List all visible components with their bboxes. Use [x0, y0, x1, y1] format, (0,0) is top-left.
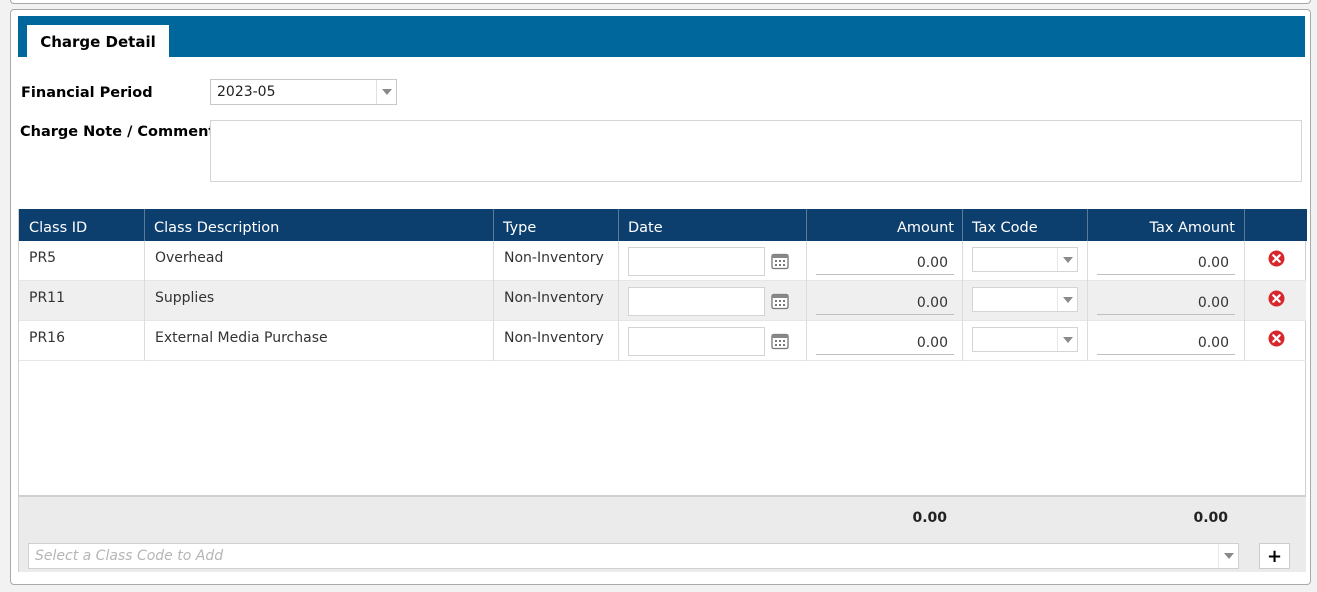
- cell-type: Non-Inventory: [494, 241, 619, 281]
- tax-amount-input[interactable]: 0.00: [1097, 327, 1235, 355]
- cell-class-id: PR16: [19, 321, 145, 361]
- table-row: PR5 Overhead Non-Inventory 0.00 0.00: [19, 241, 1306, 281]
- class-description: External Media Purchase: [155, 330, 328, 346]
- tax-code-select[interactable]: [972, 327, 1078, 352]
- date-input[interactable]: [628, 287, 765, 316]
- cell-description: External Media Purchase: [145, 321, 494, 361]
- cell-description: Supplies: [145, 281, 494, 321]
- amount-input[interactable]: 0.00: [816, 247, 954, 275]
- delete-icon[interactable]: [1268, 250, 1285, 267]
- charge-detail-panel: Charge Detail Financial Period 2023-05 C…: [10, 9, 1311, 585]
- previous-panel-edge: [10, 0, 1311, 4]
- column-header-class-id[interactable]: Class ID: [19, 209, 145, 241]
- cell-type: Non-Inventory: [494, 281, 619, 321]
- tax-code-select[interactable]: [972, 287, 1078, 312]
- tax-amount-input[interactable]: 0.00: [1097, 287, 1235, 315]
- totals-row: 0.00 0.00: [19, 495, 1306, 535]
- class-type: Non-Inventory: [504, 290, 604, 306]
- delete-icon[interactable]: [1268, 290, 1285, 307]
- cell-type: Non-Inventory: [494, 321, 619, 361]
- class-description: Supplies: [155, 290, 215, 306]
- cell-tax-code: [963, 321, 1088, 361]
- class-description: Overhead: [155, 250, 224, 266]
- chevron-down-icon[interactable]: [1057, 328, 1077, 351]
- amount-total: 0.00: [912, 510, 947, 526]
- cell-date: [619, 241, 807, 281]
- amount-input[interactable]: 0.00: [816, 327, 954, 355]
- cell-amount: 0.00: [807, 321, 963, 361]
- cell-tax-amount: 0.00: [1088, 241, 1245, 281]
- add-class-row: Select a Class Code to Add +: [19, 535, 1306, 572]
- cell-tax-amount: 0.00: [1088, 321, 1245, 361]
- cell-actions: [1245, 281, 1306, 321]
- cell-date: [619, 281, 807, 321]
- class-id: PR16: [29, 330, 65, 346]
- column-header-amount[interactable]: Amount: [807, 209, 963, 241]
- cell-amount: 0.00: [807, 241, 963, 281]
- calendar-icon[interactable]: [771, 292, 789, 310]
- table-row: PR11 Supplies Non-Inventory 0.00 0.00: [19, 281, 1306, 321]
- column-header-tax-code[interactable]: Tax Code: [963, 209, 1088, 241]
- cell-actions: [1245, 241, 1306, 281]
- grid-header: Class ID Class Description Type Date Amo…: [19, 209, 1307, 241]
- comment-label: Charge Note / Comment: [20, 124, 216, 140]
- charges-grid: Class ID Class Description Type Date Amo…: [18, 209, 1307, 572]
- cell-tax-code: [963, 281, 1088, 321]
- tab-charge-detail[interactable]: Charge Detail: [27, 23, 169, 57]
- class-type: Non-Inventory: [504, 250, 604, 266]
- table-row: PR16 External Media Purchase Non-Invento…: [19, 321, 1306, 361]
- financial-period-value: 2023-05: [217, 84, 276, 100]
- cell-date: [619, 321, 807, 361]
- cell-tax-amount: 0.00: [1088, 281, 1245, 321]
- tax-amount-input[interactable]: 0.00: [1097, 247, 1235, 275]
- class-code-select[interactable]: Select a Class Code to Add: [28, 543, 1239, 569]
- class-id: PR11: [29, 290, 65, 306]
- chevron-down-icon[interactable]: [1057, 288, 1077, 311]
- calendar-icon[interactable]: [771, 332, 789, 350]
- cell-class-id: PR11: [19, 281, 145, 321]
- column-header-type[interactable]: Type: [494, 209, 619, 241]
- tax-amount-total: 0.00: [1193, 510, 1228, 526]
- delete-icon[interactable]: [1268, 330, 1285, 347]
- chevron-down-icon[interactable]: [1218, 544, 1238, 568]
- class-type: Non-Inventory: [504, 330, 604, 346]
- add-class-button[interactable]: +: [1259, 543, 1290, 569]
- cell-actions: [1245, 321, 1306, 361]
- tab-bar: Charge Detail: [18, 16, 1305, 57]
- column-header-date[interactable]: Date: [619, 209, 807, 241]
- amount-input[interactable]: 0.00: [816, 287, 954, 315]
- chevron-down-icon[interactable]: [1057, 248, 1077, 271]
- cell-description: Overhead: [145, 241, 494, 281]
- chevron-down-icon[interactable]: [376, 80, 396, 104]
- financial-period-label: Financial Period: [21, 85, 153, 101]
- class-id: PR5: [29, 250, 57, 266]
- calendar-icon[interactable]: [771, 252, 789, 270]
- financial-period-select[interactable]: 2023-05: [210, 79, 397, 105]
- column-header-actions: [1245, 209, 1307, 241]
- cell-class-id: PR5: [19, 241, 145, 281]
- cell-amount: 0.00: [807, 281, 963, 321]
- class-code-placeholder: Select a Class Code to Add: [35, 548, 224, 564]
- column-header-class-description[interactable]: Class Description: [145, 209, 494, 241]
- comment-textarea[interactable]: [210, 120, 1302, 182]
- date-input[interactable]: [628, 247, 765, 276]
- tax-code-select[interactable]: [972, 247, 1078, 272]
- date-input[interactable]: [628, 327, 765, 356]
- column-header-tax-amount[interactable]: Tax Amount: [1088, 209, 1245, 241]
- cell-tax-code: [963, 241, 1088, 281]
